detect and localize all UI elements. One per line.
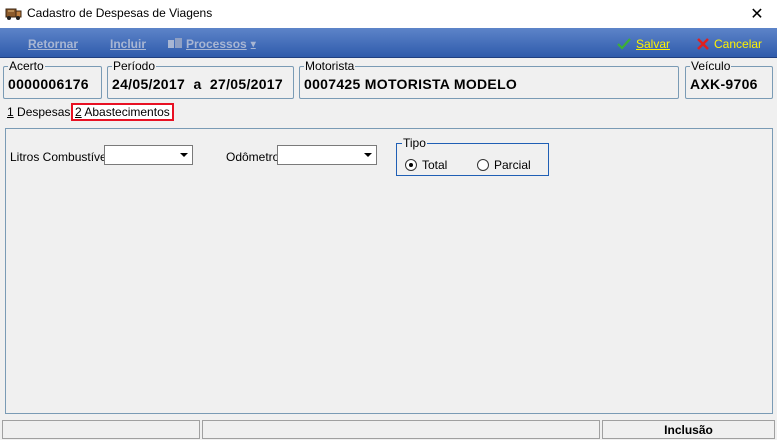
litros-combustivel-select[interactable] [104, 145, 193, 165]
veiculo-label: Veículo [690, 59, 732, 73]
acerto-label: Acerto [8, 59, 45, 73]
tipo-total-radio[interactable]: Total [405, 158, 447, 172]
motorista-value: 0007425 MOTORISTA MODELO [304, 76, 518, 92]
tipo-parcial-radio[interactable]: Parcial [477, 158, 531, 172]
dropdown-arrow-icon [180, 153, 188, 157]
motorista-group: Motorista 0007425 MOTORISTA MODELO [299, 60, 679, 99]
periodo-label: Período [112, 59, 157, 73]
odometro-select[interactable] [277, 145, 377, 165]
veiculo-group: Veículo AXK-9706 [685, 60, 773, 99]
toolbar: Retornar Incluir Processos ▾ Salvar Canc… [0, 28, 777, 58]
check-icon [617, 38, 631, 50]
processos-label: Processos [186, 37, 247, 51]
tab-despesas[interactable]: 1 Despesas [4, 104, 73, 121]
processos-menu-button[interactable]: Processos ▾ [168, 37, 256, 51]
odometro-label: Odômetro [226, 150, 280, 164]
cancelar-label: Cancelar [714, 37, 763, 51]
tab-despesas-key: 1 [7, 105, 14, 119]
chevron-down-icon: ▾ [250, 38, 256, 50]
cancelar-button[interactable]: Cancelar [697, 37, 762, 51]
tab-abastecimentos-key: 2 [75, 105, 82, 119]
radio-checked-icon [405, 159, 417, 171]
retornar-button[interactable]: Retornar [28, 37, 78, 51]
periodo-value: 24/05/2017 a 27/05/2017 [112, 76, 283, 92]
tab-abastecimentos-label: Abastecimentos [81, 105, 170, 119]
periodo-group: Período 24/05/2017 a 27/05/2017 [107, 60, 294, 99]
dropdown-arrow-icon [364, 153, 372, 157]
status-mode-text: Inclusão [664, 422, 713, 437]
veiculo-value: AXK-9706 [690, 76, 758, 92]
tipo-total-label: Total [422, 158, 448, 172]
incluir-button[interactable]: Incluir [110, 37, 146, 51]
tipo-label: Tipo [402, 136, 427, 150]
x-icon [697, 38, 709, 50]
status-cell [202, 420, 600, 439]
salvar-label: Salvar [636, 37, 671, 51]
close-icon: ✕ [750, 6, 764, 23]
tipo-radio-group: Tipo Total Parcial [396, 137, 549, 176]
litros-combustivel-label: Litros Combustível [10, 150, 110, 164]
processos-icon [168, 38, 182, 48]
status-bar: Inclusão [0, 419, 777, 440]
title-bar: Cadastro de Despesas de Viagens ✕ [0, 0, 777, 28]
radio-unchecked-icon [477, 159, 489, 171]
status-cell [2, 420, 200, 439]
acerto-group: Acerto 0000006176 [3, 60, 102, 99]
close-button[interactable]: ✕ [737, 0, 777, 28]
app-truck-icon [5, 8, 22, 20]
acerto-value: 0000006176 [8, 76, 89, 92]
status-mode: Inclusão [602, 420, 775, 439]
abastecimentos-panel [5, 128, 773, 414]
salvar-button[interactable]: Salvar [617, 37, 670, 51]
tipo-parcial-label: Parcial [494, 158, 531, 172]
tab-abastecimentos[interactable]: 2 Abastecimentos [71, 103, 174, 121]
motorista-label: Motorista [304, 59, 356, 73]
window-title: Cadastro de Despesas de Viagens [27, 6, 213, 20]
tab-despesas-label: Despesas [13, 105, 71, 119]
